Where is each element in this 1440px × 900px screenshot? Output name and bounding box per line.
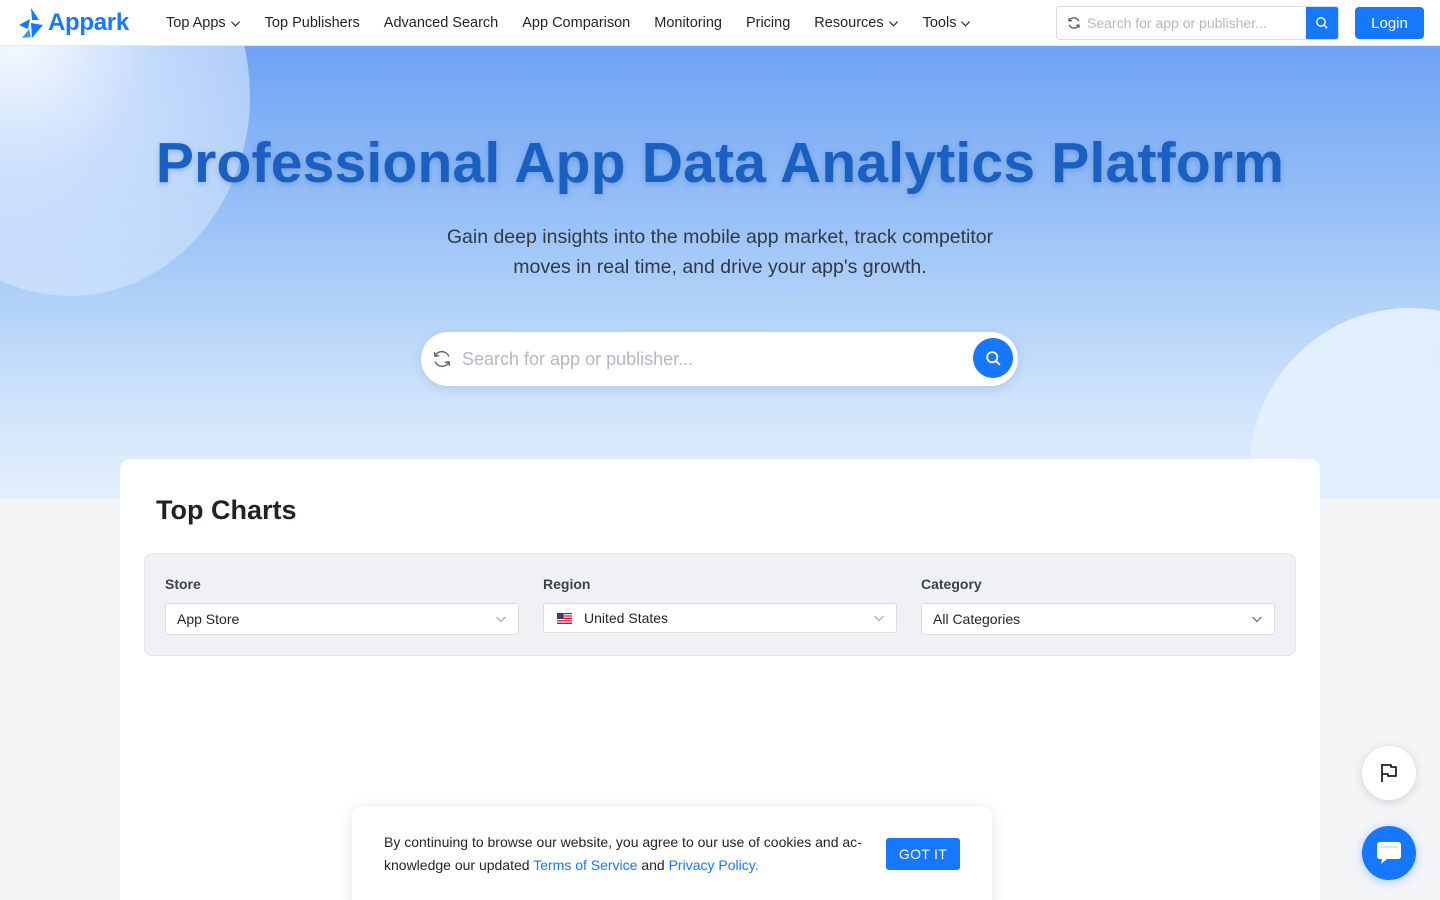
nav-item-app-comparison[interactable]: App Comparison [522,15,630,31]
nav-item-label: Top Apps [166,15,226,31]
main-menu: Top Apps Top Publishers Advanced Search … [166,0,995,46]
chevron-down-icon [1252,616,1262,623]
chevron-down-icon [230,20,240,27]
region-select-value: United States [584,610,669,626]
privacy-policy-link[interactable]: Privacy Policy [669,857,755,873]
top-nav: Appark Top Apps Top Publishers Advanced … [0,0,1440,46]
nav-item-label: Pricing [745,15,791,31]
appark-logo-icon [19,8,43,38]
nav-item-pricing[interactable]: Pricing [746,15,790,31]
nav-item-monitoring[interactable]: Monitoring [654,15,722,31]
chevron-down-icon [888,20,898,27]
cookie-banner: By continuing to browse our website, you… [352,807,992,900]
nav-item-top-apps[interactable]: Top Apps [166,15,241,31]
search-icon [985,350,1001,366]
nav-item-label: Monitoring [654,15,722,31]
region-filter-label: Region [543,576,591,592]
cookie-text-and: and [637,857,669,873]
accept-cookies-button[interactable]: GOT IT [886,838,960,870]
hero-section: Professional App Data Analytics Platform… [0,46,1440,499]
chart-filters: Store App Store Region United States Cat… [144,553,1296,656]
cookie-period: . [754,857,759,873]
store-select-value: App Store [177,611,240,627]
flag-icon [1381,764,1397,782]
terms-of-service-link[interactable]: Terms of Service [533,857,637,873]
loading-icon [433,350,451,368]
hero-search-input[interactable] [462,348,952,370]
region-filter: Region United States [543,576,897,633]
store-filter-label: Store [165,576,201,592]
hero-search-box [421,332,1018,386]
category-select-value: All Categories [933,611,1021,627]
chevron-down-icon [874,615,884,622]
feedback-button[interactable] [1362,746,1416,800]
hero-subtitle: Gain deep insights into the mobile app m… [446,226,994,278]
brand-name: Appark [48,9,129,36]
nav-search-box [1056,6,1339,40]
hero-search-button[interactable] [973,338,1013,378]
hero-title: Professional App Data Analytics Platform [155,131,1285,195]
loading-icon [1068,17,1080,29]
category-filter-label: Category [921,576,982,592]
nav-item-label: Tools [922,15,957,31]
nav-search-button[interactable] [1306,7,1338,39]
nav-item-resources[interactable]: Resources [814,15,898,31]
category-select[interactable]: All Categories [921,603,1275,635]
us-flag-icon [557,612,572,624]
nav-item-top-publishers[interactable]: Top Publishers [265,15,360,31]
chevron-down-icon [496,616,506,623]
search-icon [1316,17,1328,29]
nav-item-advanced-search[interactable]: Advanced Search [384,15,498,31]
store-select[interactable]: App Store [165,603,519,635]
top-charts-title: Top Charts [156,495,297,525]
nav-item-label: Resources [814,15,884,31]
region-select[interactable]: United States [543,603,897,633]
store-filter: Store App Store [165,576,519,635]
category-filter: Category All Categories [921,576,1275,635]
brand-logo[interactable]: Appark [18,7,129,39]
chat-icon [1377,842,1401,864]
login-button[interactable]: Login [1355,7,1424,39]
chevron-down-icon [961,20,971,27]
nav-item-tools[interactable]: Tools [923,15,972,31]
chat-button[interactable] [1362,826,1416,880]
nav-search-input[interactable] [1087,15,1297,31]
cookie-message: By continuing to browse our website, you… [384,831,869,877]
nav-item-label: Advanced Search [383,15,499,31]
nav-item-label: App Comparison [522,15,631,31]
nav-item-label: Top Publishers [264,15,360,31]
